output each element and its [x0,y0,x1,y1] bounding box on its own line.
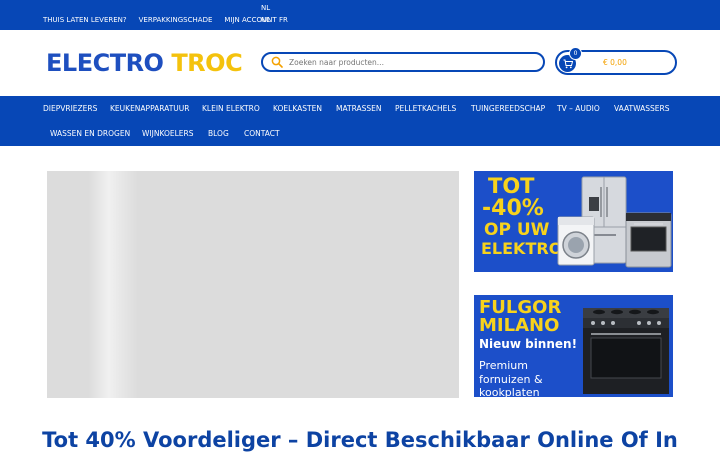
nav-item-blog[interactable]: BLOG [208,129,229,138]
promo1-line3: OP UW [484,220,550,240]
nav-item-matrassen[interactable]: MATRASSEN [336,104,382,113]
promo2-line2: MILANO [479,315,560,336]
logo-text-electro: ELECTRO [46,49,164,77]
delivery-info-link[interactable]: THUIS LATEN LEVEREN? [43,16,127,24]
promo2-line3: Nieuw binnen! [479,337,578,351]
site-header: ELECTRO TROC 0 € 0,00 [0,30,720,96]
cart-button[interactable]: 0 € 0,00 [555,47,677,75]
promo-banner-fulgor-milano[interactable]: FULGOR MILANO Nieuw binnen! Premium forn… [474,295,673,397]
nav-item-vaatwassers[interactable]: VAATWASSERS [614,104,670,113]
page-headline: Tot 40% Voordeliger – Direct Beschikbaar… [42,428,678,452]
main-navigation: DIEPVRIEZERS KEUKENAPPARATUUR KLEIN ELEK… [0,96,720,146]
search-input[interactable] [289,57,529,67]
language-option-fr[interactable]: FR [279,16,288,24]
logo-text-troc: TROC [171,49,243,77]
promo2-line4: Premium [479,359,528,372]
promo2-line6: kookplaten [479,386,540,397]
language-option-nl[interactable]: NL [261,16,270,24]
utility-links: THUIS LATEN LEVEREN? VERPAKKINGSCHADE MI… [43,16,289,24]
nav-item-keukenapparatuur[interactable]: KEUKENAPPARATUUR [110,104,189,113]
nav-item-diepvriezers[interactable]: DIEPVRIEZERS [43,104,97,113]
top-utility-bar: THUIS LATEN LEVEREN? VERPAKKINGSCHADE MI… [0,0,720,30]
promo1-line1: TOT [488,174,535,198]
cart-total: € 0,00 [603,58,627,67]
nav-item-klein-elektro[interactable]: KLEIN ELEKTRO [202,104,260,113]
hero-slider[interactable] [47,171,459,398]
promo-banner-discount[interactable]: TOT -40% OP UW ELEKTRO [474,171,673,272]
language-current[interactable]: NL [261,4,270,12]
nav-item-wassen-en-drogen[interactable]: WASSEN EN DROGEN [50,129,130,138]
site-logo[interactable]: ELECTRO TROC [46,49,243,77]
search-icon[interactable] [271,56,283,68]
nav-item-tuingereedschap[interactable]: TUINGEREEDSCHAP [471,104,545,113]
search-bar [261,52,545,72]
packaging-damage-link[interactable]: VERPAKKINGSCHADE [139,16,213,24]
range-cooker-image [583,308,669,394]
promo1-line2: -40% [482,196,544,221]
nav-item-wijnkoelers[interactable]: WIJNKOELERS [142,129,194,138]
nav-item-koelkasten[interactable]: KOELKASTEN [273,104,322,113]
nav-item-tv-audio[interactable]: TV – AUDIO [557,104,600,113]
cart-icon [563,59,573,68]
cart-count-badge: 0 [569,47,582,60]
nav-item-contact[interactable]: CONTACT [244,129,280,138]
appliances-image [557,176,672,268]
promo1-line4: ELEKTRO [481,239,563,258]
promo2-line5: fornuizen & [479,373,543,386]
nav-item-pelletkachels[interactable]: PELLETKACHELS [395,104,456,113]
